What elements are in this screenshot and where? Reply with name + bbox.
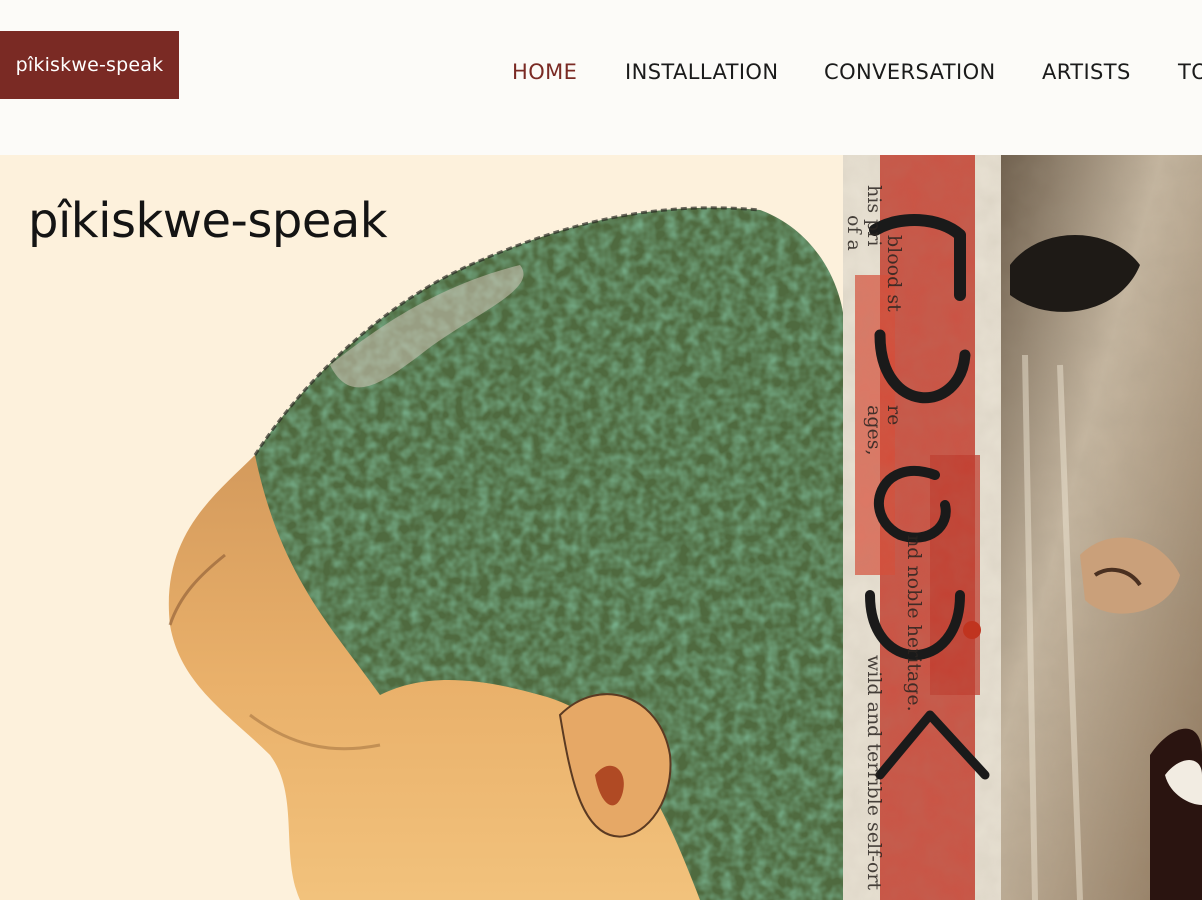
nav-item-artists[interactable]: ARTISTS xyxy=(1042,60,1131,84)
nav-item-conversation[interactable]: CONVERSATION xyxy=(824,60,996,84)
svg-text:blood st: blood st xyxy=(883,235,905,312)
painted-face-artwork xyxy=(1001,155,1202,900)
hero-artwork: his pri blood st ages, re nd noble herit… xyxy=(168,155,1202,900)
collage-strip: his pri blood st ages, re nd noble herit… xyxy=(843,155,1001,900)
nav-item-installation[interactable]: INSTALLATION xyxy=(625,60,778,84)
svg-text:of a: of a xyxy=(843,215,865,251)
site-logo-button[interactable]: pîkiskwe-speak xyxy=(0,31,179,99)
svg-text:ages,: ages, xyxy=(863,405,885,456)
svg-text:nd noble heritage.: nd noble heritage. xyxy=(903,535,925,712)
nav-item-to[interactable]: TO xyxy=(1178,60,1202,84)
hero-title: pîkiskwe-speak xyxy=(28,193,388,249)
svg-text:wild and terrible self-ort: wild and terrible self-ort xyxy=(863,655,885,890)
site-header: pîkiskwe-speak HOME INSTALLATION CONVERS… xyxy=(0,0,1202,155)
svg-text:his pri: his pri xyxy=(863,185,885,246)
svg-text:re: re xyxy=(883,405,905,425)
head-profile-illustration xyxy=(168,206,845,900)
nav-item-home[interactable]: HOME xyxy=(512,60,577,84)
hero-banner: his pri blood st ages, re nd noble herit… xyxy=(0,155,1202,900)
